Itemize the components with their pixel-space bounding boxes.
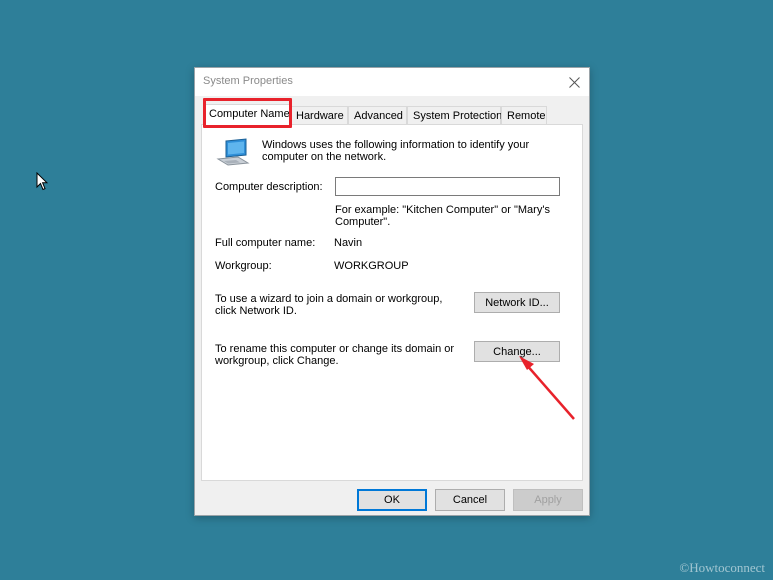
computer-name-panel: Windows uses the following information t…	[201, 124, 583, 481]
tab-system-protection[interactable]: System Protection	[407, 106, 502, 124]
tab-strip: Computer Name Hardware Advanced System P…	[201, 104, 583, 127]
dialog-title: System Properties	[203, 75, 293, 87]
system-properties-dialog: System Properties Computer Name Hardware…	[194, 67, 590, 516]
close-icon	[568, 76, 580, 88]
workgroup-value: WORKGROUP	[334, 260, 409, 272]
tab-advanced[interactable]: Advanced	[348, 106, 407, 124]
description-example: For example: "Kitchen Computer" or "Mary…	[335, 204, 550, 228]
close-button[interactable]	[559, 68, 589, 96]
change-button[interactable]: Change...	[474, 341, 560, 362]
computer-description-label: Computer description:	[215, 181, 323, 193]
cancel-button[interactable]: Cancel	[435, 489, 505, 511]
tab-computer-name[interactable]: Computer Name	[203, 104, 290, 127]
ok-button[interactable]: OK	[357, 489, 427, 511]
network-id-button[interactable]: Network ID...	[474, 292, 560, 313]
full-computer-name-value: Navin	[334, 237, 363, 249]
info-text: Windows uses the following information t…	[262, 139, 530, 163]
watermark-text: ©Howtoconnect	[679, 560, 765, 575]
tab-hardware[interactable]: Hardware	[290, 106, 348, 124]
workgroup-label: Workgroup:	[215, 260, 272, 272]
rename-text: To rename this computer or change its do…	[215, 343, 455, 367]
network-id-text: To use a wizard to join a domain or work…	[215, 293, 443, 317]
computer-description-input[interactable]	[335, 177, 560, 196]
full-computer-name-label: Full computer name:	[215, 237, 316, 249]
tab-remote[interactable]: Remote	[501, 106, 547, 124]
title-bar[interactable]: System Properties	[195, 68, 589, 96]
apply-button[interactable]: Apply	[513, 489, 583, 511]
mouse-pointer-icon	[36, 172, 48, 191]
computer-network-icon	[216, 138, 250, 166]
